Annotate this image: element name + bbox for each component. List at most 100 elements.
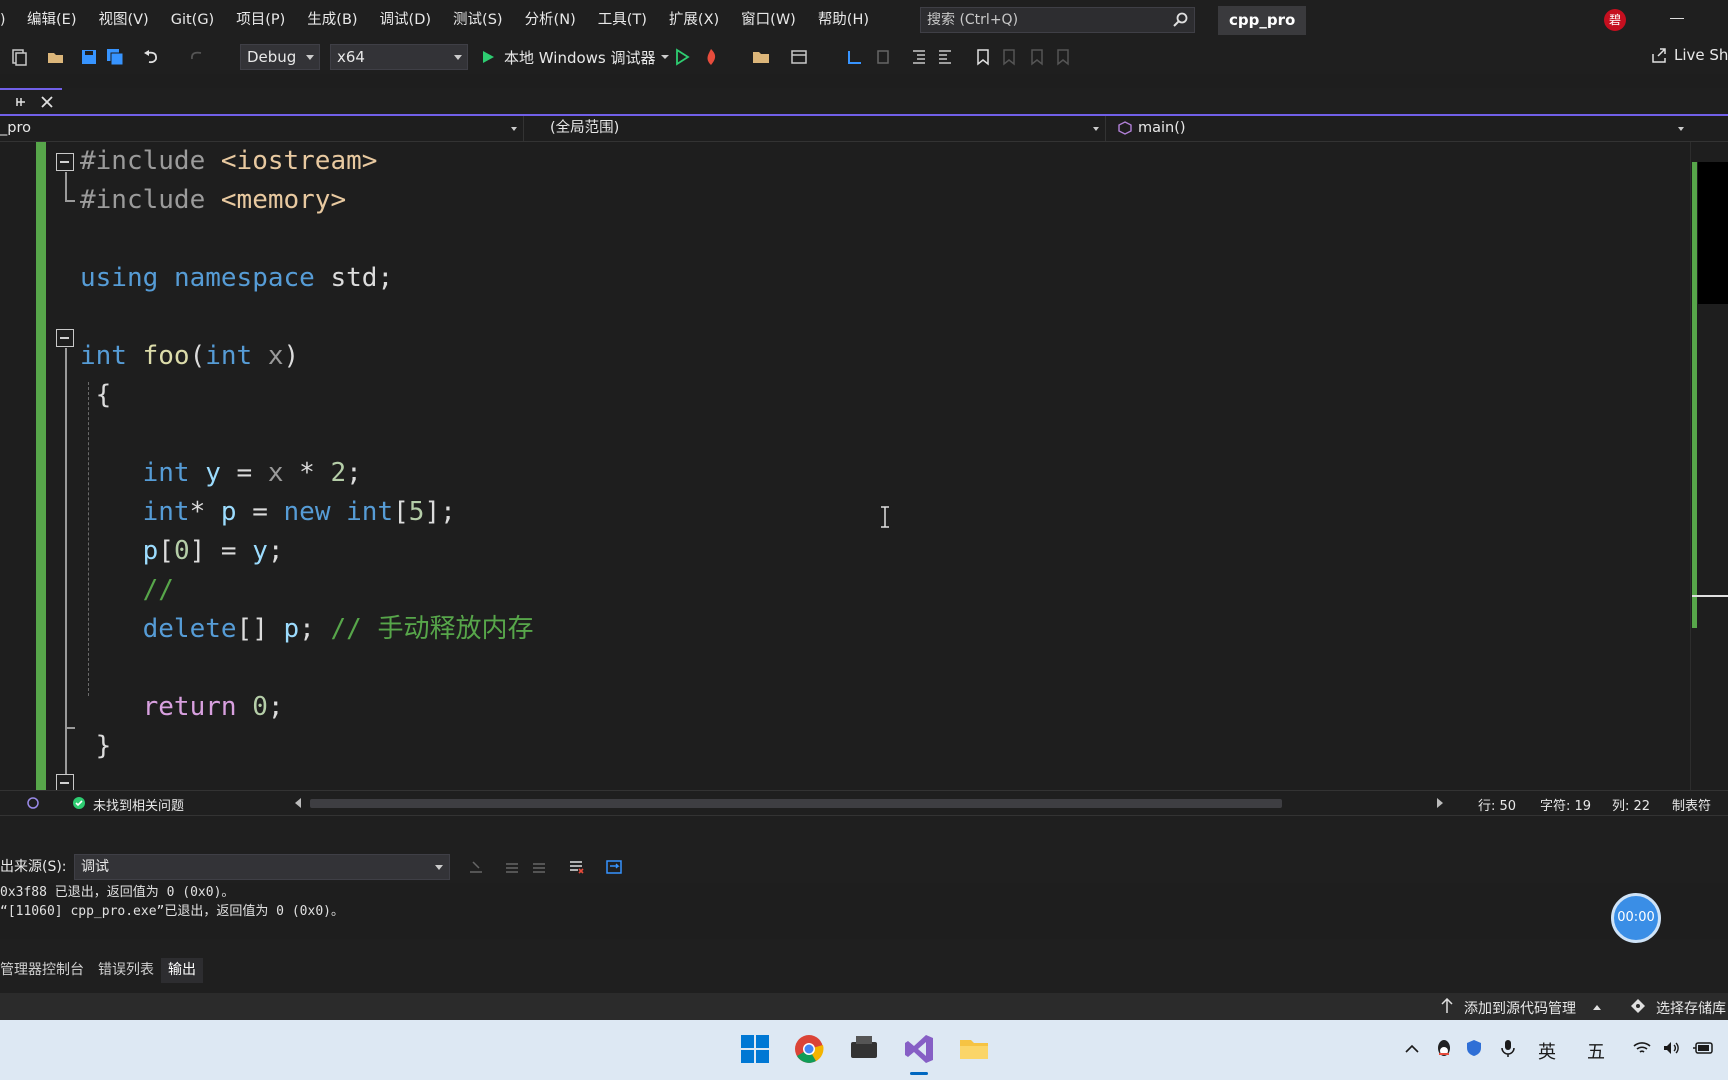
code-line[interactable]: using namespace std; (80, 259, 393, 297)
code-line[interactable]: int foo(int x) (80, 337, 299, 375)
scope-dropdown-value: (全局范围) (550, 120, 620, 136)
open-folder-icon[interactable] (47, 48, 65, 66)
horizontal-scrollbar[interactable] (310, 799, 1282, 808)
code-line[interactable]: #include <iostream> (80, 142, 377, 180)
tab-package-manager-console[interactable]: 管理器控制台 (0, 958, 91, 983)
code-line[interactable]: return 0; (80, 688, 284, 726)
step-icon[interactable] (846, 48, 864, 66)
code-line[interactable]: // (80, 571, 174, 609)
outdent-icon[interactable] (936, 48, 954, 66)
menu-project[interactable]: 项目(P) (225, 0, 296, 40)
copilot-icon[interactable] (26, 796, 40, 810)
battery-icon[interactable] (1692, 1040, 1716, 1056)
document-tab[interactable] (0, 88, 62, 114)
bookmark-icon[interactable] (974, 48, 992, 66)
ime-language[interactable]: 英 (1538, 1038, 1556, 1064)
issues-status[interactable]: 未找到相关问题 (93, 795, 184, 814)
save-all-icon[interactable] (106, 48, 124, 66)
clear-all-icon[interactable] (567, 858, 585, 876)
code-line[interactable]: #include <memory> (80, 181, 346, 219)
tab-output[interactable]: 输出 (161, 958, 203, 983)
show-hidden-icons-icon[interactable] (1404, 1042, 1420, 1054)
configuration-select[interactable]: Debug (240, 44, 320, 70)
code-token: ; (267, 536, 284, 566)
menu-git[interactable]: Git(G) (160, 0, 226, 40)
code-line[interactable]: p[0] = y; (80, 532, 284, 570)
menu-edit[interactable]: 编辑(E) (27, 0, 87, 40)
folder-icon[interactable] (752, 48, 770, 66)
close-icon[interactable] (40, 95, 54, 109)
security-shield-icon[interactable] (1464, 1038, 1484, 1058)
scroll-right-icon[interactable] (1436, 798, 1444, 808)
tab-error-list[interactable]: 错误列表 (91, 958, 161, 983)
scope-dropdown[interactable]: (全局范围) (550, 116, 1106, 141)
select-repository-button[interactable]: 选择存储库 (1656, 998, 1726, 1018)
menu-tools[interactable]: 工具(T) (587, 0, 658, 40)
output-text-area[interactable]: 0x3f88 已退出，返回值为 0 (0x0)。 “[11060] cpp_pr… (0, 883, 1728, 939)
code-line[interactable]: { (80, 376, 112, 414)
file-explorer-icon[interactable] (957, 1032, 991, 1066)
code-line[interactable]: int* p = new int[5]; (80, 493, 456, 531)
save-icon[interactable] (80, 48, 98, 66)
menu-help[interactable]: 帮助(H) (807, 0, 880, 40)
windows-start-icon[interactable] (738, 1032, 772, 1066)
search-input[interactable] (927, 12, 1172, 28)
code-line[interactable]: delete[] p; // 手动释放内存 (80, 610, 534, 648)
chevron-down-icon[interactable] (660, 52, 670, 62)
menu-debug[interactable]: 调试(D) (369, 0, 442, 40)
search-box[interactable] (920, 7, 1195, 33)
window-layout-icon[interactable] (790, 48, 808, 66)
char-number[interactable]: 字符: 19 (1540, 795, 1591, 814)
menu-analyze[interactable]: 分析(N) (514, 0, 587, 40)
menu-build[interactable]: 生成(B) (296, 0, 368, 40)
project-dropdown-value: _pro (0, 120, 31, 136)
indent-icon[interactable] (910, 48, 928, 66)
wifi-icon[interactable] (1632, 1040, 1652, 1056)
live-share-label: Live Sh (1674, 46, 1728, 64)
collapse-toggle-ball[interactable] (56, 774, 74, 790)
ime-mode[interactable]: 五 (1587, 1038, 1605, 1064)
start-without-debugging-icon[interactable] (673, 48, 691, 66)
output-source-select[interactable]: 调试 (74, 854, 450, 880)
collapse-toggle-foo[interactable] (56, 329, 74, 347)
recording-timer[interactable]: 00:00 (1611, 893, 1661, 943)
printer-app-icon[interactable] (847, 1032, 881, 1066)
new-project-icon[interactable] (10, 48, 28, 66)
indent-mode[interactable]: 制表符 (1672, 795, 1711, 814)
project-dropdown[interactable]: _pro (0, 116, 524, 141)
minimize-button[interactable] (1670, 18, 1684, 19)
microphone-icon[interactable] (1500, 1038, 1516, 1058)
menu-view[interactable]: 视图(V) (87, 0, 159, 40)
volume-icon[interactable] (1662, 1040, 1682, 1056)
live-share-button[interactable]: Live Sh (1650, 46, 1728, 64)
add-to-source-control-button[interactable]: 添加到源代码管理 (1464, 998, 1576, 1018)
menu-extensions[interactable]: 扩展(X) (658, 0, 730, 40)
code-line[interactable]: } (80, 727, 112, 765)
scroll-left-icon[interactable] (294, 798, 302, 808)
visual-studio-icon[interactable] (902, 1032, 936, 1066)
collapse-toggle-include[interactable] (56, 153, 74, 171)
chevron-up-icon[interactable] (1592, 1003, 1602, 1011)
line-number[interactable]: 行: 50 (1478, 795, 1516, 814)
word-wrap-icon[interactable] (605, 858, 623, 876)
code-editor[interactable]: #include <iostream> #include <memory> usin… (0, 142, 1690, 790)
code-line[interactable]: int y = x * 2; (80, 454, 362, 492)
member-dropdown[interactable]: main() (1116, 116, 1690, 141)
menu-window[interactable]: 窗口(W) (730, 0, 807, 40)
platform-select[interactable]: x64 (330, 44, 468, 70)
column-number[interactable]: 列: 22 (1612, 795, 1650, 814)
code-token: ) (283, 341, 300, 371)
start-debugging-button[interactable]: 本地 Windows 调试器 (480, 44, 670, 70)
chrome-icon[interactable] (792, 1032, 826, 1066)
menu-item-cut[interactable]: ) (0, 0, 10, 40)
avatar[interactable]: 碧 (1604, 9, 1626, 31)
qq-icon[interactable] (1434, 1038, 1454, 1058)
menu-test[interactable]: 测试(S) (442, 0, 514, 40)
hot-reload-icon[interactable] (702, 48, 720, 66)
minimap-viewport[interactable] (1698, 162, 1728, 304)
undo-icon[interactable] (142, 48, 160, 66)
search-icon[interactable] (1172, 12, 1188, 28)
pin-icon[interactable] (14, 95, 28, 109)
